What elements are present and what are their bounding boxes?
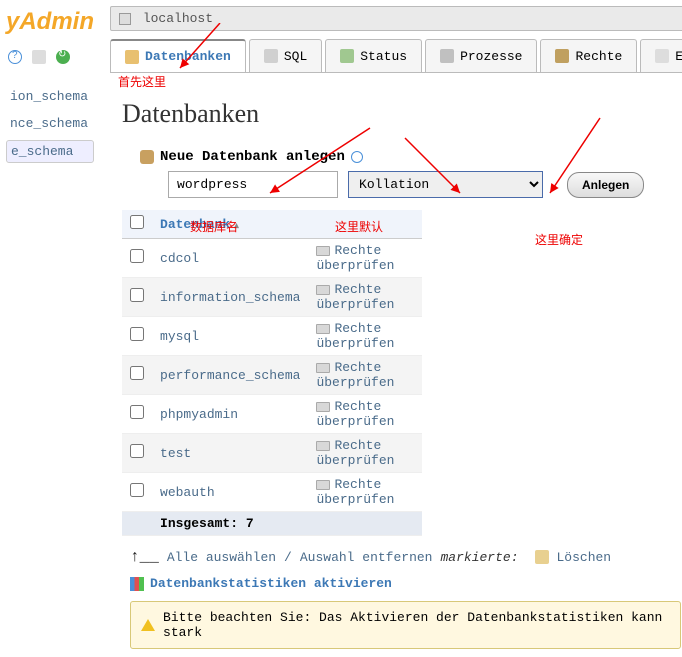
table-row: webauthRechte überprüfen [122, 473, 422, 512]
newdb-header-label: Neue Datenbank anlegen [160, 149, 345, 165]
row-checkbox[interactable] [130, 288, 144, 302]
annotation-tabs: 首先这里 [118, 73, 166, 90]
tab-ex-icon [655, 49, 669, 63]
tab-sql[interactable]: SQL [249, 39, 322, 72]
annotation-confirm: 这里确定 [535, 231, 583, 248]
db-name-link[interactable]: cdcol [160, 251, 199, 266]
tab-rights-icon [555, 49, 569, 63]
tab-rights[interactable]: Rechte [540, 39, 637, 72]
db-name-link[interactable]: information_schema [160, 290, 300, 305]
select-all-link[interactable]: Alle auswählen [167, 550, 276, 565]
sidebar-db-link[interactable]: nce_schema [6, 113, 94, 134]
create-button[interactable]: Anlegen [567, 172, 644, 198]
new-database-name-input[interactable] [168, 171, 338, 198]
rights-icon [316, 441, 330, 451]
col-database[interactable]: Datenbank▴ [152, 210, 308, 239]
db-name-link[interactable]: test [160, 446, 191, 461]
newdb-icon [140, 150, 154, 164]
row-checkbox[interactable] [130, 444, 144, 458]
page-icon[interactable] [32, 50, 46, 64]
row-checkbox[interactable] [130, 483, 144, 497]
row-checkbox[interactable] [130, 366, 144, 380]
tab-proc-icon [440, 49, 454, 63]
activate-stats-link[interactable]: Datenbankstatistiken aktivieren [130, 576, 682, 591]
help-icon[interactable] [8, 50, 22, 64]
breadcrumb-server[interactable]: localhost [143, 11, 213, 26]
delete-link[interactable]: Löschen [557, 550, 612, 565]
arrow-up-icon: ↑__ [130, 548, 159, 566]
row-checkbox[interactable] [130, 405, 144, 419]
delete-icon[interactable] [535, 550, 549, 564]
sidebar-db-link[interactable]: e_schema [6, 140, 94, 163]
deselect-link[interactable]: Auswahl entfernen [300, 550, 433, 565]
rights-icon [316, 324, 330, 334]
rights-icon [316, 285, 330, 295]
rights-icon [316, 402, 330, 412]
table-row: testRechte überprüfen [122, 434, 422, 473]
warning-icon [141, 619, 155, 631]
tab-db-icon [125, 50, 139, 64]
tab-sql-icon [264, 49, 278, 63]
rights-icon [316, 363, 330, 373]
collation-select[interactable]: Kollation [348, 171, 543, 198]
table-row: phpmyadminRechte überprüfen [122, 395, 422, 434]
barchart-icon [130, 577, 144, 591]
db-name-link[interactable]: phpmyadmin [160, 407, 238, 422]
tab-status[interactable]: Status [325, 39, 422, 72]
row-checkbox[interactable] [130, 249, 144, 263]
tabs: DatenbankenSQLStatusProzesseRechteE [110, 39, 682, 73]
sidebar-db-link[interactable]: ion_schema [6, 86, 94, 107]
database-table: Datenbank▴ cdcolRechte überprüfeninforma… [122, 210, 422, 536]
tab-status-icon [340, 49, 354, 63]
help-icon[interactable] [351, 151, 363, 163]
rights-icon [316, 246, 330, 256]
tab-ex[interactable]: E [640, 39, 682, 72]
reload-icon[interactable] [56, 50, 70, 64]
db-name-link[interactable]: performance_schema [160, 368, 300, 383]
notice-box: Bitte beachten Sie: Das Aktivieren der D… [130, 601, 681, 649]
tab-db[interactable]: Datenbanken [110, 39, 246, 72]
table-row: performance_schemaRechte überprüfen [122, 356, 422, 395]
sidebar: yAdmin ion_schema nce_schema e_schema [0, 0, 100, 585]
logo: yAdmin [6, 8, 94, 36]
server-icon [119, 13, 131, 25]
row-checkbox[interactable] [130, 327, 144, 341]
select-all-checkbox[interactable] [130, 215, 144, 229]
total-row: Insgesamt: 7 [152, 512, 422, 536]
breadcrumb: localhost [110, 6, 682, 31]
db-name-link[interactable]: webauth [160, 485, 215, 500]
page-title: Datenbanken [122, 99, 682, 129]
db-name-link[interactable]: mysql [160, 329, 199, 344]
table-row: mysqlRechte überprüfen [122, 317, 422, 356]
tab-proc[interactable]: Prozesse [425, 39, 537, 72]
table-row: information_schemaRechte überprüfen [122, 278, 422, 317]
table-row: cdcolRechte überprüfen [122, 239, 422, 278]
sort-icon: ▴ [234, 221, 239, 231]
notice-text: Bitte beachten Sie: Das Aktivieren der D… [163, 610, 670, 640]
rights-icon [316, 480, 330, 490]
